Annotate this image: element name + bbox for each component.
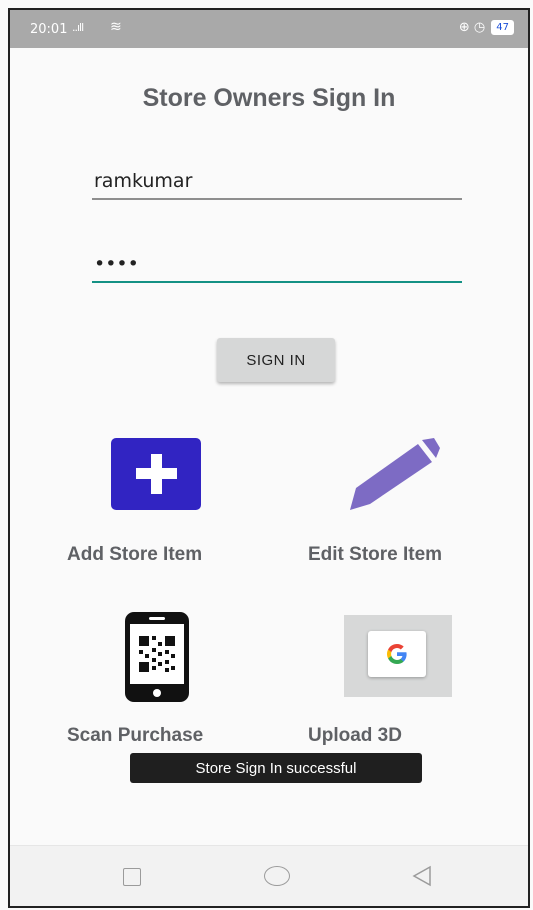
battery-icon: 47	[491, 20, 514, 35]
app-screen: 20:01 ..ıll ≋ ⊕ ◷ 47 Store Owners Sign I…	[8, 8, 530, 908]
page-title: Store Owners Sign In	[142, 84, 396, 112]
plus-icon-svg	[136, 454, 177, 494]
signal-icon: ..ıll	[72, 21, 84, 34]
status-time: 20:01	[30, 22, 68, 37]
status-right: ⊕ ◷ 47	[459, 20, 514, 35]
toast-message: Store Sign In successful	[130, 753, 422, 783]
username-field[interactable]: ramkumar	[92, 160, 462, 200]
username-value: ramkumar	[94, 170, 193, 192]
password-value: ••••	[94, 253, 139, 275]
status-bar: 20:01 ..ıll ≋ ⊕ ◷ 47	[10, 10, 528, 48]
recent-apps-icon[interactable]	[123, 868, 141, 886]
navigation-bar	[10, 845, 528, 906]
alarm-icon: ⊕ ◷	[458, 20, 486, 35]
password-field[interactable]: ••••	[92, 243, 462, 283]
pencil-icon-svg	[350, 438, 440, 510]
phone-qr-icon[interactable]	[123, 610, 191, 704]
edit-store-item-label[interactable]: Edit Store Item	[308, 544, 442, 566]
google-sign-in-tile[interactable]	[344, 615, 452, 697]
pencil-icon[interactable]	[346, 438, 442, 514]
plus-icon[interactable]	[111, 438, 201, 510]
sign-in-button[interactable]: SIGN IN	[217, 338, 335, 382]
phone-qr-icon-svg	[125, 612, 189, 702]
google-sign-in-button[interactable]	[368, 631, 426, 677]
google-icon	[387, 644, 407, 664]
upload-3d-label[interactable]: Upload 3D	[308, 725, 402, 747]
scan-purchase-label[interactable]: Scan Purchase	[67, 725, 203, 747]
wifi-icon: ≋	[110, 19, 122, 35]
home-icon[interactable]	[264, 866, 290, 886]
add-store-item-label[interactable]: Add Store Item	[67, 544, 202, 566]
back-icon[interactable]	[410, 864, 434, 888]
